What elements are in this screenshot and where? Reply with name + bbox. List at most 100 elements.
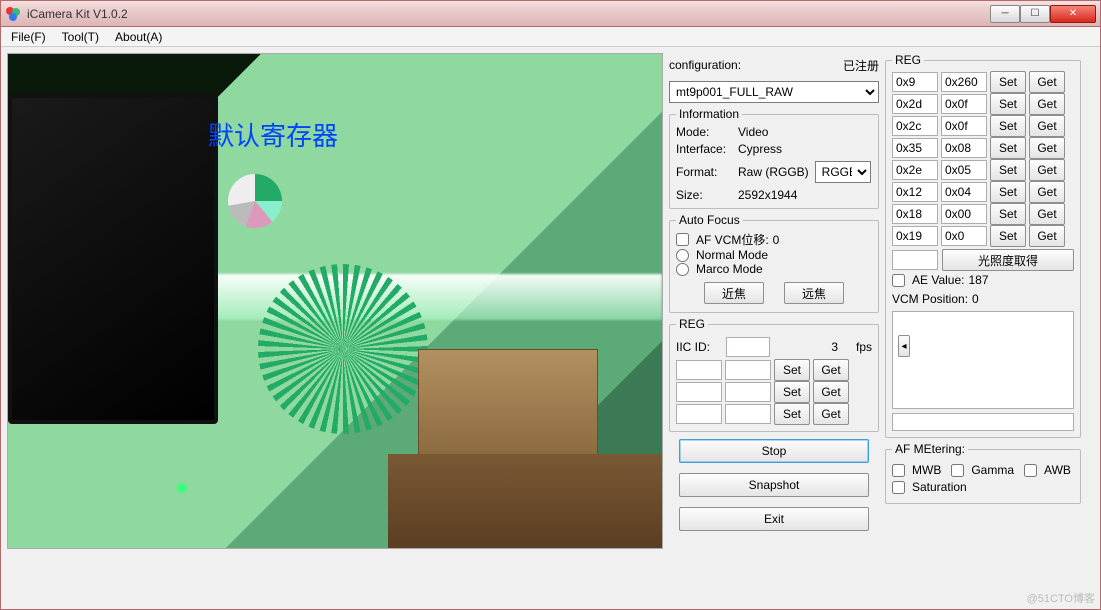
saturation-checkbox[interactable] [892, 481, 905, 494]
reg-addr-input[interactable] [676, 404, 722, 424]
collapse-arrow-icon[interactable]: ◂ [898, 335, 910, 357]
set-button[interactable]: Set [990, 181, 1026, 203]
reg-log-textarea[interactable] [892, 311, 1074, 409]
autofocus-legend: Auto Focus [676, 213, 743, 227]
format-row: Raw (RGGB) RGGB [738, 161, 872, 183]
snapshot-button[interactable]: Snapshot [679, 473, 869, 497]
macro-mode-label: Marco Mode [696, 262, 763, 276]
set-button[interactable]: Set [990, 203, 1026, 225]
set-button[interactable]: Set [990, 71, 1026, 93]
lux-button[interactable]: 光照度取得 [942, 249, 1074, 271]
reg-val-input[interactable] [725, 404, 771, 424]
set-button[interactable]: Set [990, 159, 1026, 181]
reg-addr-input[interactable] [892, 138, 938, 158]
size-value: 2592x1944 [738, 188, 872, 202]
near-focus-button[interactable]: 近焦 [704, 282, 764, 304]
af-checkbox[interactable] [676, 233, 689, 246]
reg-val-input[interactable] [941, 204, 987, 224]
get-button[interactable]: Get [813, 381, 849, 403]
reg-addr-input[interactable] [892, 226, 938, 246]
reg-addr-input[interactable] [892, 72, 938, 92]
maximize-button[interactable]: ☐ [1020, 5, 1050, 23]
saturation-label: Saturation [912, 480, 967, 494]
get-button[interactable]: Get [1029, 71, 1065, 93]
reg-val-input[interactable] [725, 382, 771, 402]
mode-value: Video [738, 125, 872, 139]
format-value: Raw (RGGB) [738, 165, 809, 179]
set-button[interactable]: Set [990, 93, 1026, 115]
far-focus-button[interactable]: 远焦 [784, 282, 844, 304]
information-group: Information Mode: Video Interface: Cypre… [669, 107, 879, 209]
reg-addr-input[interactable] [892, 204, 938, 224]
autofocus-group: Auto Focus AF VCM位移: 0 Normal Mode Marco… [669, 213, 879, 313]
reg-addr-input[interactable] [676, 360, 722, 380]
reg-val-input[interactable] [725, 360, 771, 380]
reg-addr-input[interactable] [676, 382, 722, 402]
normal-mode-label: Normal Mode [696, 248, 768, 262]
titlebar[interactable]: iCamera Kit V1.0.2 ─ ☐ ✕ [1, 1, 1100, 27]
minimize-button[interactable]: ─ [990, 5, 1020, 23]
awb-label: AWB [1044, 463, 1071, 477]
reg-right-legend: REG [892, 53, 924, 67]
get-button[interactable]: Get [1029, 159, 1065, 181]
set-button[interactable]: Set [774, 381, 810, 403]
middle-panel: configuration: 已注册 mt9p001_FULL_RAW Info… [669, 53, 879, 603]
get-button[interactable]: Get [1029, 225, 1065, 247]
set-button[interactable]: Set [990, 225, 1026, 247]
size-label: Size: [676, 188, 738, 202]
get-button[interactable]: Get [1029, 181, 1065, 203]
iic-id-input[interactable] [726, 337, 770, 357]
config-select[interactable]: mt9p001_FULL_RAW [669, 81, 879, 103]
macro-mode-radio[interactable] [676, 263, 689, 276]
client-area: 默认寄存器 configuration: 已注册 mt9p001_FULL_RA… [1, 47, 1100, 609]
reg-addr-input[interactable] [892, 116, 938, 136]
reg-left-legend: REG [676, 317, 708, 331]
set-button[interactable]: Set [774, 359, 810, 381]
set-button[interactable]: Set [990, 115, 1026, 137]
format-select[interactable]: RGGB [815, 161, 871, 183]
format-label: Format: [676, 165, 738, 179]
awb-checkbox[interactable] [1024, 464, 1037, 477]
metering-legend: AF MEtering: [892, 442, 968, 456]
reg-right-row: SetGet [892, 203, 1074, 225]
exit-button[interactable]: Exit [679, 507, 869, 531]
reg-val-input[interactable] [941, 94, 987, 114]
menu-file[interactable]: File(F) [5, 28, 52, 46]
reg-val-input[interactable] [941, 138, 987, 158]
reg-addr-input[interactable] [892, 94, 938, 114]
gamma-checkbox[interactable] [951, 464, 964, 477]
mwb-checkbox[interactable] [892, 464, 905, 477]
scene-shelf [388, 454, 663, 549]
set-button[interactable]: Set [774, 403, 810, 425]
menu-about[interactable]: About(A) [109, 28, 168, 46]
get-button[interactable]: Get [1029, 203, 1065, 225]
vcm-label: VCM Position: [892, 292, 968, 306]
reg-val-input[interactable] [941, 116, 987, 136]
get-button[interactable]: Get [1029, 93, 1065, 115]
menu-tool[interactable]: Tool(T) [56, 28, 105, 46]
set-button[interactable]: Set [990, 137, 1026, 159]
get-button[interactable]: Get [813, 403, 849, 425]
reg-right-row: SetGet [892, 225, 1074, 247]
window-controls: ─ ☐ ✕ [990, 5, 1096, 23]
reg-val-input[interactable] [941, 226, 987, 246]
close-button[interactable]: ✕ [1050, 5, 1096, 23]
lux-input[interactable] [892, 250, 938, 270]
af-label: AF VCM位移: [696, 231, 769, 248]
reg-addr-input[interactable] [892, 160, 938, 180]
reg-status-textarea[interactable] [892, 413, 1074, 431]
ae-checkbox[interactable] [892, 274, 905, 287]
reg-right-group: REG SetGetSetGetSetGetSetGetSetGetSetGet… [885, 53, 1081, 438]
stop-button[interactable]: Stop [679, 439, 869, 463]
reg-val-input[interactable] [941, 72, 987, 92]
reg-right-row: SetGet [892, 137, 1074, 159]
reg-val-input[interactable] [941, 182, 987, 202]
gamma-label: Gamma [971, 463, 1014, 477]
normal-mode-radio[interactable] [676, 249, 689, 262]
get-button[interactable]: Get [1029, 115, 1065, 137]
info-grid: Mode: Video Interface: Cypress Format: R… [676, 125, 872, 202]
get-button[interactable]: Get [1029, 137, 1065, 159]
get-button[interactable]: Get [813, 359, 849, 381]
reg-addr-input[interactable] [892, 182, 938, 202]
reg-val-input[interactable] [941, 160, 987, 180]
